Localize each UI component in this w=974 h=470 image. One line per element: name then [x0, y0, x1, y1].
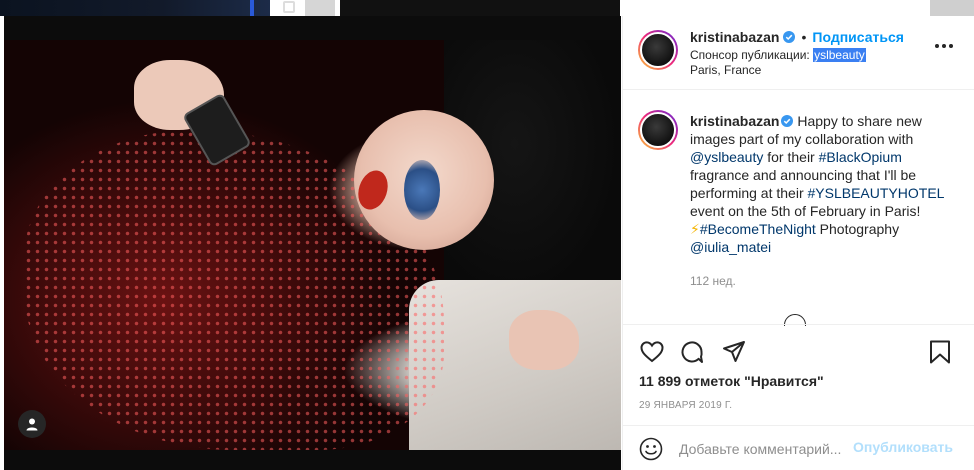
post-header-text: kristinabazan • Подписаться Спонсор публ… [690, 28, 960, 77]
background-thumbnail [930, 0, 974, 16]
instagram-post-modal: kristinabazan • Подписаться Спонсор публ… [0, 0, 974, 470]
verified-badge-icon [781, 115, 794, 127]
share-icon[interactable] [721, 339, 747, 365]
post-header: kristinabazan • Подписаться Спонсор публ… [623, 16, 974, 90]
sponsor-prefix: Спонсор публикации: [690, 48, 814, 62]
background-thumbnail [0, 0, 270, 16]
photo-hand [509, 310, 579, 370]
caption-text: kristinabazan Happy to share new images … [690, 112, 958, 256]
hashtag-link[interactable]: #BecomeTheNight [700, 221, 816, 237]
save-bookmark-icon[interactable] [927, 339, 953, 365]
user-tag-icon[interactable] [18, 410, 46, 438]
heart-icon[interactable] [639, 339, 665, 365]
photo-eye-makeup [404, 160, 440, 220]
comment-bar: Опубликовать [623, 425, 974, 470]
comment-icon[interactable] [679, 339, 705, 365]
photo-content [4, 40, 621, 450]
sponsor-link[interactable]: yslbeauty [813, 48, 866, 62]
photo-letterbox-bottom [4, 450, 621, 470]
publish-comment-button[interactable]: Опубликовать [853, 439, 953, 455]
post-side-panel: kristinabazan • Подписаться Спонсор публ… [622, 16, 974, 470]
hashtag-link[interactable]: #YSLBEAUTYHOTEL [808, 185, 944, 201]
caption-body: event on the 5th of February in Paris! [690, 203, 921, 219]
verified-badge-icon [783, 31, 796, 43]
avatar[interactable] [638, 30, 678, 70]
likes-count[interactable]: 11 899 отметок "Нравится" [639, 373, 824, 389]
location-link[interactable]: Paris, France [690, 63, 960, 77]
avatar[interactable] [638, 110, 678, 150]
background-feed-strip [0, 0, 974, 16]
comment-input[interactable] [679, 439, 847, 459]
caption-username[interactable]: kristinabazan [690, 113, 779, 129]
author-username[interactable]: kristinabazan [690, 29, 779, 45]
post-date[interactable]: 29 ЯНВАРЯ 2019 Г. [639, 400, 732, 411]
background-thumbnail [305, 0, 335, 16]
separator-dot: • [801, 29, 807, 45]
mention-link[interactable]: @yslbeauty [690, 149, 763, 165]
post-actions: 11 899 отметок "Нравится" 29 ЯНВАРЯ 2019… [623, 324, 974, 470]
lightning-emoji: ⚡ [690, 221, 700, 237]
background-thumbnail [340, 0, 620, 16]
carousel-icon [283, 1, 295, 13]
post-photo[interactable] [4, 16, 621, 470]
more-options-icon[interactable] [935, 42, 955, 50]
action-icons-row [639, 339, 959, 365]
emoji-icon[interactable] [639, 437, 663, 461]
caption-section: kristinabazan Happy to share new images … [623, 90, 974, 326]
caption-timestamp[interactable]: 112 нед. [690, 274, 736, 288]
caption-body: Photography [815, 221, 900, 237]
mention-link[interactable]: @iulia_matei [690, 239, 771, 255]
photo-letterbox-top [4, 16, 621, 40]
caption-body: for their [763, 149, 819, 165]
sponsor-line: Спонсор публикации: yslbeauty [690, 48, 960, 62]
follow-button[interactable]: Подписаться [812, 29, 904, 45]
hashtag-link[interactable]: #BlackOpium [819, 149, 902, 165]
